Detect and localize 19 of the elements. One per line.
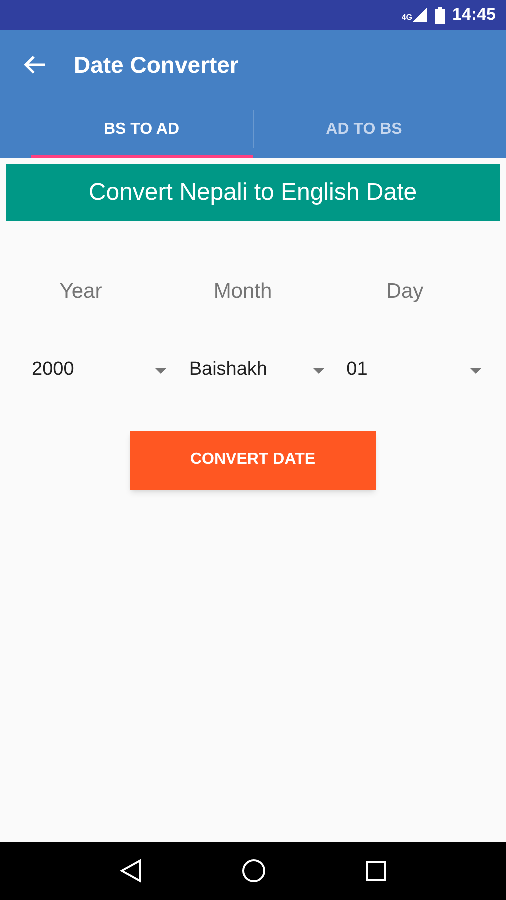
clock: 14:45 bbox=[452, 4, 496, 26]
field-label: Year bbox=[60, 279, 102, 305]
network-label: 4G bbox=[402, 14, 413, 22]
home-icon[interactable] bbox=[242, 859, 266, 883]
dropdown-caret-icon bbox=[312, 368, 325, 374]
recents-icon[interactable] bbox=[366, 861, 386, 881]
window-title: Date Converter bbox=[74, 50, 239, 80]
field-label: Day bbox=[386, 279, 424, 305]
dropdown-caret-icon bbox=[470, 368, 482, 374]
dropdown-caret-icon bbox=[155, 368, 168, 374]
back-icon[interactable] bbox=[120, 859, 142, 883]
signal-icon bbox=[412, 8, 427, 22]
dropdown[interactable]: Baishakh bbox=[179, 356, 327, 386]
field-label: Month bbox=[214, 279, 272, 305]
dropdown[interactable]: 2000 bbox=[22, 356, 170, 386]
dropdown[interactable]: 01 bbox=[336, 356, 484, 386]
battery-icon bbox=[434, 6, 445, 24]
tab[interactable]: BS TO AD bbox=[31, 100, 252, 158]
banner: Convert Nepali to English Date bbox=[6, 164, 500, 221]
